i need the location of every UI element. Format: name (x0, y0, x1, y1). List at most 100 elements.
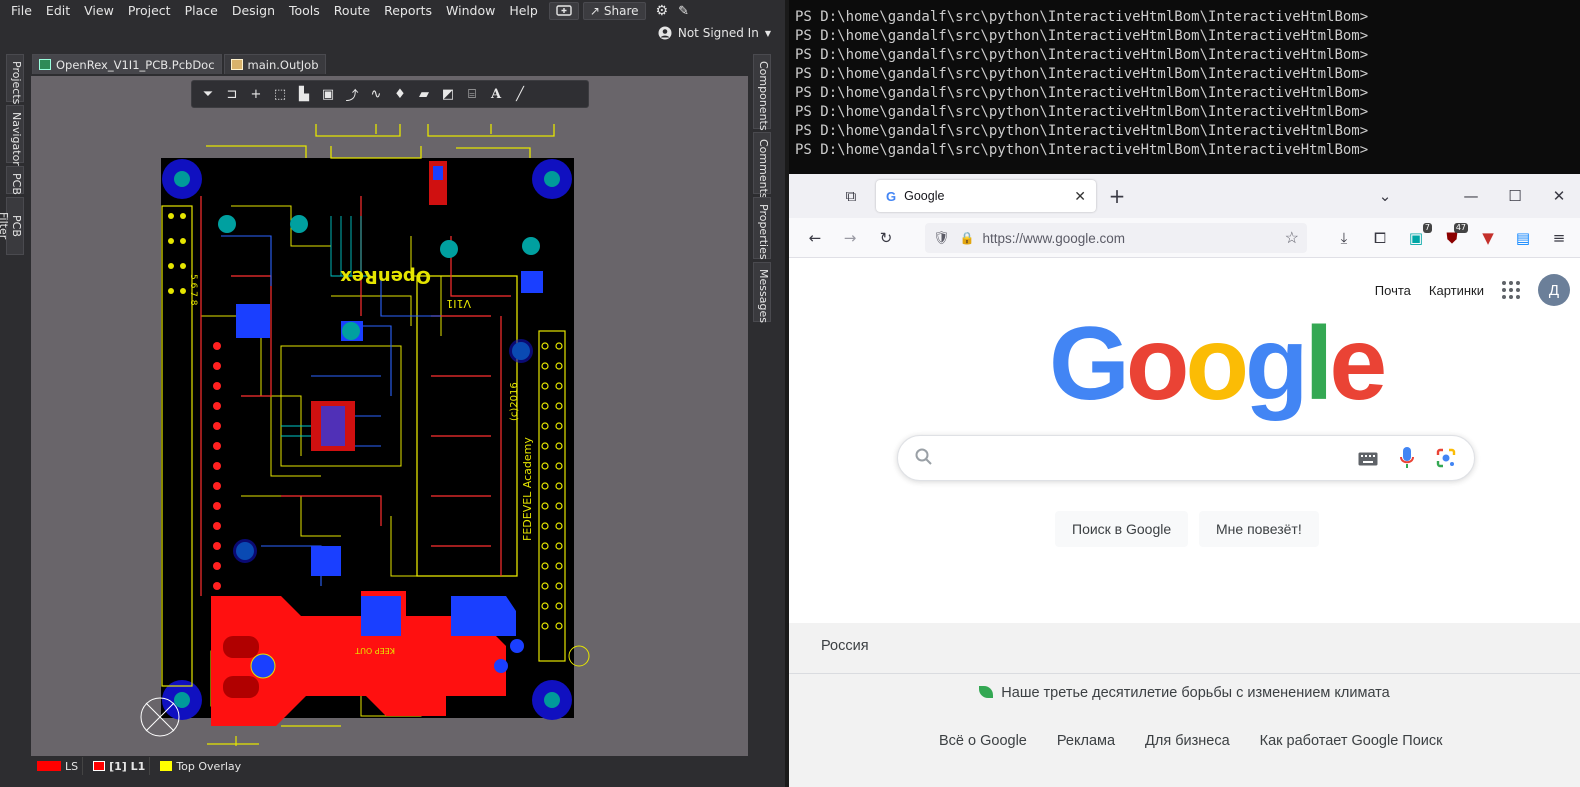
reload-icon[interactable]: ↻ (876, 228, 896, 248)
search-box[interactable] (897, 435, 1475, 481)
close-icon[interactable]: ✕ (1074, 188, 1086, 205)
menu-window[interactable]: Window (439, 0, 502, 22)
route-icon[interactable]: ⤴ (342, 84, 362, 104)
new-tab-icon[interactable]: + (1107, 184, 1127, 208)
right-panel-tabs: Components Comments Properties Messages (753, 54, 773, 323)
align-icon[interactable]: ▙ (294, 84, 314, 104)
layer-tab-ls[interactable]: LS (33, 757, 84, 775)
layer-tab-l1[interactable]: [1] L1 (89, 757, 151, 775)
climate-link[interactable]: Наше третье десятилетие борьбы с изменен… (789, 685, 1580, 701)
comment-button[interactable] (548, 2, 579, 20)
share-button[interactable]: ↗ Share (582, 2, 646, 20)
menu-route[interactable]: Route (327, 0, 377, 22)
list-tabs-icon[interactable]: ⌄ (1375, 186, 1395, 206)
menu-view[interactable]: View (77, 0, 121, 22)
bookmark-star-icon[interactable]: ☆ (1285, 228, 1299, 248)
menu-help[interactable]: Help (502, 0, 545, 22)
extensions-icon[interactable]: ⧠ (1370, 228, 1390, 248)
layer-tabs: LS [1] L1 Top Overlay (31, 756, 748, 776)
vpn-icon[interactable]: ▼ (1478, 228, 1498, 248)
images-link[interactable]: Картинки (1429, 283, 1484, 298)
tracking-protection-icon[interactable]: 🛡 (933, 230, 950, 246)
footer-link-advertising[interactable]: Реклама (1057, 733, 1115, 749)
minimize-icon[interactable]: — (1461, 186, 1481, 206)
footer-link-about[interactable]: Всё о Google (939, 733, 1027, 749)
apps-grid-icon[interactable] (1502, 281, 1520, 299)
forward-icon[interactable]: → (840, 228, 860, 248)
tab-outjob[interactable]: main.OutJob (223, 54, 326, 74)
google-search-button[interactable]: Поиск в Google (1055, 511, 1189, 547)
mail-link[interactable]: Почта (1375, 283, 1411, 298)
powershell-terminal[interactable]: PS D:\home\gandalf\src\python\Interactiv… (789, 0, 1580, 174)
chart-icon[interactable]: ⌸ (462, 84, 482, 104)
footer-link-how-search-works[interactable]: Как работает Google Поиск (1260, 733, 1443, 749)
tab-bar: ⧉ G Google ✕ + ⌄ — ☐ ✕ (789, 174, 1580, 218)
select-icon[interactable]: ⊐ (222, 84, 242, 104)
avatar[interactable]: Д (1538, 274, 1570, 306)
menu-project[interactable]: Project (121, 0, 178, 22)
interactive-route-icon[interactable]: ∿ (366, 84, 386, 104)
tab-pcbdoc[interactable]: OpenRex_V1I1_PCB.PcbDoc (32, 54, 222, 74)
tab-groups-icon[interactable]: ⧉ (841, 186, 861, 206)
menu-icon[interactable]: ≡ (1549, 228, 1569, 248)
filter-icon[interactable]: ⏷ (198, 84, 218, 104)
save-icon[interactable]: ▤ (1513, 228, 1533, 248)
maximize-icon[interactable]: ☐ (1505, 186, 1525, 206)
ublock-icon[interactable]: ⛊ 47 (1442, 223, 1468, 248)
panel-tab-pcb-filter[interactable]: PCB Filter (0, 197, 24, 255)
tab-title: Google (904, 189, 945, 203)
search-input[interactable] (946, 444, 1346, 472)
account-menu[interactable]: Not Signed In ▼ (658, 26, 771, 40)
voice-search-icon[interactable] (1400, 447, 1414, 473)
pcb-canvas[interactable]: OpenRex V1I1 FEDEVEL Academy (c)2016 KEE… (31, 76, 748, 756)
line-icon[interactable]: ╱ (510, 84, 530, 104)
panel-tab-components[interactable]: Components (753, 54, 771, 131)
keyboard-icon[interactable] (1358, 451, 1378, 470)
notifications-icon[interactable]: ✎ (678, 4, 689, 19)
rectangle-select-icon[interactable]: ⬚ (270, 84, 290, 104)
pad-icon[interactable]: ♦ (390, 84, 410, 104)
panel-tab-pcb[interactable]: PCB (6, 166, 24, 195)
menu-file[interactable]: File (4, 0, 39, 22)
menu-bar: File Edit View Project Place Design Tool… (0, 0, 789, 22)
window-close-icon[interactable]: ✕ (1549, 186, 1569, 206)
text-icon[interactable]: A (486, 84, 506, 104)
user-icon (658, 26, 672, 40)
panel-tab-navigator[interactable]: Navigator (6, 105, 24, 166)
panel-tab-messages[interactable]: Messages (753, 262, 771, 323)
share-label: Share (603, 4, 639, 18)
downloads-icon[interactable]: ⤓ (1334, 228, 1354, 248)
pcb-board-render[interactable]: OpenRex V1I1 FEDEVEL Academy (c)2016 KEE… (31, 76, 748, 756)
layer-tab-top-overlay[interactable]: Top Overlay (156, 757, 245, 775)
menu-design[interactable]: Design (225, 0, 282, 22)
settings-icon[interactable]: ⚙ (656, 3, 669, 19)
back-icon[interactable]: ← (805, 228, 825, 248)
google-logo-letters: Google (1049, 306, 1387, 422)
panel-tab-properties[interactable]: Properties (753, 197, 771, 260)
menu-place[interactable]: Place (178, 0, 225, 22)
tab-google[interactable]: G Google ✕ (876, 180, 1096, 212)
extension-badge: 7 (1422, 223, 1432, 233)
terminal-line: PS D:\home\gandalf\src\python\Interactiv… (795, 9, 1369, 25)
footer-link-business[interactable]: Для бизнеса (1145, 733, 1230, 749)
panel-tab-projects[interactable]: Projects (6, 54, 24, 104)
component-icon[interactable]: ▣ (318, 84, 338, 104)
board-version-label: V1I1 (446, 297, 471, 310)
polygon-icon[interactable]: ▰ (414, 84, 434, 104)
menu-reports[interactable]: Reports (377, 0, 439, 22)
keep-out-label: KEEP OUT (355, 646, 395, 655)
lens-icon[interactable] (1436, 448, 1456, 472)
menu-edit[interactable]: Edit (39, 0, 77, 22)
layer-color-swatch (93, 761, 106, 771)
feeling-lucky-button[interactable]: Мне повезёт! (1199, 511, 1319, 547)
dimension-icon[interactable]: ◩ (438, 84, 458, 104)
firefox-window: ⧉ G Google ✕ + ⌄ — ☐ ✕ ← → ↻ 🛡 🔒 https:/… (789, 174, 1580, 787)
pin-number-label: 5 6 7 8 (188, 274, 198, 306)
extension-icon[interactable]: ▣ 7 (1406, 223, 1432, 248)
panel-tab-comments[interactable]: Comments (753, 132, 771, 199)
credit-line2: (c)2016 (509, 382, 520, 421)
url-bar[interactable]: 🛡 🔒 https://www.google.com ☆ (925, 223, 1307, 253)
url-text[interactable]: https://www.google.com (982, 231, 1125, 246)
crosshair-icon[interactable]: + (246, 84, 266, 104)
menu-tools[interactable]: Tools (282, 0, 327, 22)
